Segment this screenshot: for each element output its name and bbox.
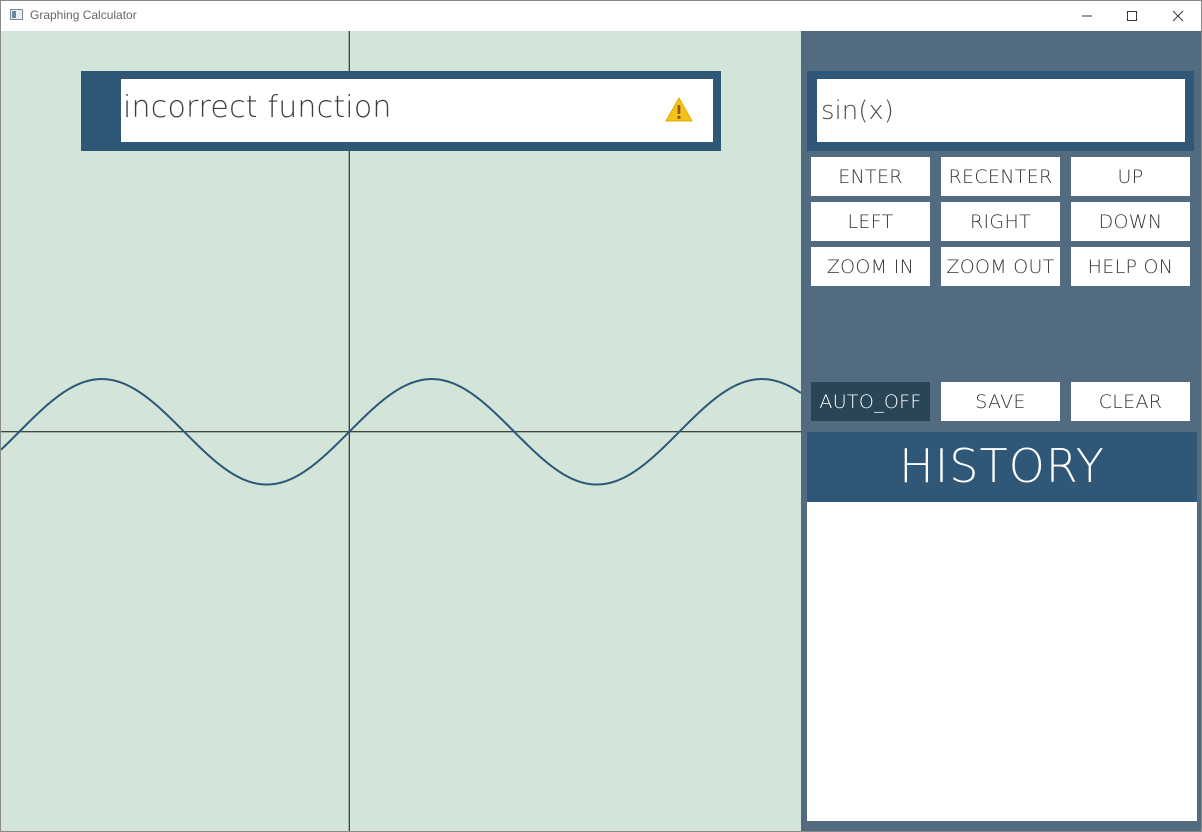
close-icon — [1172, 10, 1184, 22]
clear-button[interactable]: CLEAR — [1071, 382, 1190, 421]
enter-button[interactable]: ENTER — [811, 157, 930, 196]
up-button[interactable]: UP — [1071, 157, 1190, 196]
auto-toggle-button[interactable]: AUTO_OFF — [811, 382, 930, 421]
recenter-button[interactable]: RECENTER — [941, 157, 1060, 196]
zoom-in-button[interactable]: ZOOM IN — [811, 247, 930, 286]
graph-plot — [1, 31, 801, 831]
zoom-out-button[interactable]: ZOOM OUT — [941, 247, 1060, 286]
minimize-icon — [1082, 15, 1092, 17]
app-window: Graphing Calculator incorrect function s… — [0, 0, 1202, 832]
close-button[interactable] — [1155, 1, 1201, 31]
maximize-button[interactable] — [1109, 1, 1155, 31]
function-input[interactable] — [817, 79, 1185, 142]
minimize-button[interactable] — [1064, 1, 1110, 31]
down-button[interactable]: DOWN — [1071, 202, 1190, 241]
history-header: HISTORY — [807, 432, 1197, 502]
history-list[interactable] — [807, 502, 1197, 821]
function-input-container — [807, 71, 1194, 151]
app-icon — [10, 9, 23, 20]
warning-icon — [665, 97, 693, 122]
right-button[interactable]: RIGHT — [941, 202, 1060, 241]
graph-canvas[interactable]: incorrect function — [1, 31, 801, 831]
error-message-box: incorrect function — [121, 79, 713, 142]
help-button[interactable]: HELP ON — [1071, 247, 1190, 286]
error-message: incorrect function — [123, 90, 392, 125]
title-bar: Graphing Calculator — [1, 1, 1201, 31]
error-banner: incorrect function — [81, 71, 721, 151]
save-button[interactable]: SAVE — [941, 382, 1060, 421]
window-title: Graphing Calculator — [30, 8, 137, 22]
control-panel: ENTER RECENTER UP LEFT RIGHT DOWN ZOOM I… — [801, 31, 1201, 831]
maximize-icon — [1127, 11, 1137, 21]
left-button[interactable]: LEFT — [811, 202, 930, 241]
